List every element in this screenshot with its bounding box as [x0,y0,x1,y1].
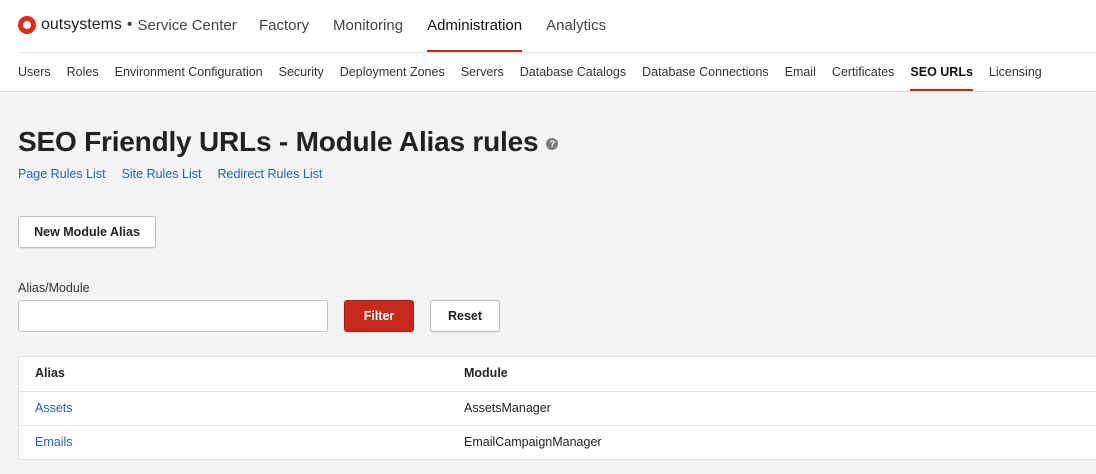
help-icon[interactable]: ? [546,138,559,150]
sub-nav-security[interactable]: Security [279,53,324,91]
sub-nav-servers[interactable]: Servers [461,53,504,91]
site-rules-list-link[interactable]: Site Rules List [122,167,202,181]
alias-cell: Assets [19,392,449,425]
main-nav: Factory Monitoring Administration Analyt… [259,0,630,52]
table-header-row: Alias Module [19,357,1096,391]
reset-button[interactable]: Reset [430,300,500,332]
column-header-alias: Alias [35,366,65,380]
brand-product: Service Center [137,16,237,34]
sub-nav-certificates[interactable]: Certificates [832,53,895,91]
table-row: Assets AssetsManager [19,391,1096,425]
sub-nav: Users Roles Environment Configuration Se… [18,53,1058,91]
rules-links: Page Rules List Site Rules List Redirect… [18,167,338,181]
new-module-alias-button[interactable]: New Module Alias [18,216,156,248]
sub-nav-users[interactable]: Users [18,53,51,91]
module-alias-table: Alias Module Assets AssetsManager Emails… [18,356,1096,460]
redirect-rules-list-link[interactable]: Redirect Rules List [217,167,322,181]
filter-button[interactable]: Filter [344,300,414,332]
top-header: outsystems • Service Center Factory Moni… [0,0,1096,92]
alias-module-label: Alias/Module [18,281,90,295]
brand[interactable]: outsystems • Service Center [18,15,237,35]
page-rules-list-link[interactable]: Page Rules List [18,167,106,181]
module-cell: EmailCampaignManager [464,435,602,449]
page-title-row: SEO Friendly URLs - Module Alias rules ? [18,126,559,158]
alias-module-input[interactable] [18,300,328,332]
module-cell: AssetsManager [464,401,551,415]
main-nav-monitoring[interactable]: Monitoring [333,0,403,52]
alias-link[interactable]: Emails [35,435,73,449]
sub-nav-database-catalogs[interactable]: Database Catalogs [520,53,626,91]
sub-nav-seo-urls[interactable]: SEO URLs [910,53,973,91]
outsystems-logo-icon [18,16,36,34]
alias-link[interactable]: Assets [35,401,73,415]
page-title: SEO Friendly URLs - Module Alias rules [18,126,539,157]
main-nav-analytics[interactable]: Analytics [546,0,606,52]
sub-nav-roles[interactable]: Roles [67,53,99,91]
sub-nav-database-connections[interactable]: Database Connections [642,53,768,91]
main-nav-factory[interactable]: Factory [259,0,309,52]
brand-separator: • [126,16,133,33]
main-nav-administration[interactable]: Administration [427,0,523,52]
brand-name: outsystems [41,16,122,33]
sub-nav-email[interactable]: Email [785,53,816,91]
sub-nav-deployment-zones[interactable]: Deployment Zones [340,53,445,91]
sub-nav-licensing[interactable]: Licensing [989,53,1042,91]
sub-nav-environment-configuration[interactable]: Environment Configuration [115,53,263,91]
alias-cell: Emails [19,426,449,459]
table-row: Emails EmailCampaignManager [19,425,1096,459]
column-header-module: Module [464,366,508,380]
